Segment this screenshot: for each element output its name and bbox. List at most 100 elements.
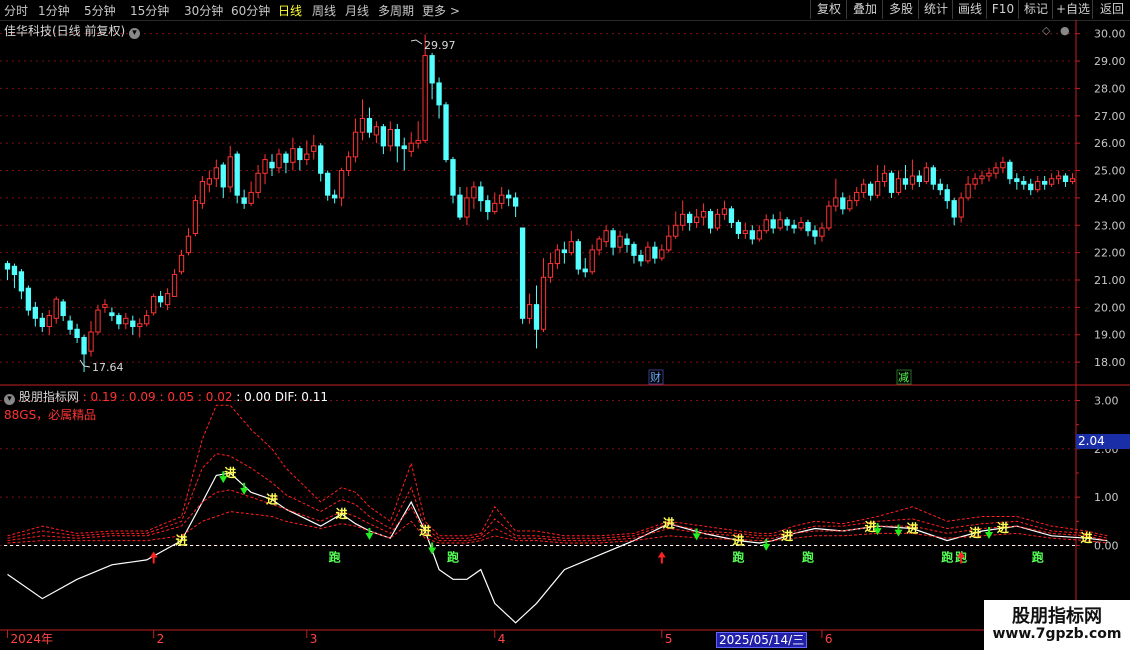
buy-signal: 进 — [732, 533, 744, 548]
main-tick-label: 27.00 — [1094, 110, 1126, 123]
candle-body — [895, 178, 902, 193]
candle-body — [784, 219, 790, 226]
candle-body — [519, 227, 526, 319]
main-tick-label: 28.00 — [1094, 82, 1126, 95]
candle-body — [805, 222, 811, 232]
candle-body — [311, 145, 317, 152]
candle-body — [680, 213, 686, 226]
event-marker-finance[interactable]: 财 — [650, 370, 661, 384]
chart-canvas[interactable]: 30.0029.0028.0027.0026.0025.0024.0023.00… — [0, 0, 1130, 650]
candle-body — [540, 276, 547, 330]
candle-body — [290, 148, 296, 163]
indicator-value-2: : 0.09 — [121, 390, 156, 404]
candle-body — [888, 172, 895, 193]
candle-body — [199, 180, 206, 204]
candle-body — [812, 230, 818, 237]
candle-body — [387, 128, 393, 147]
event-marker-reduce[interactable]: 减 — [898, 371, 909, 384]
candle-body — [909, 175, 916, 185]
candle-body — [492, 202, 498, 213]
candle-body — [568, 241, 574, 254]
chevron-down-icon[interactable]: ▾ — [129, 28, 141, 39]
main-tick-label: 23.00 — [1094, 219, 1126, 232]
candle-body — [659, 249, 665, 259]
candle-body — [359, 118, 366, 133]
candle-body — [60, 301, 66, 317]
candle-body — [1062, 175, 1069, 182]
candle-body — [130, 320, 136, 328]
low-price-pointer — [79, 359, 91, 368]
date-tick-label: 2024年 — [10, 632, 53, 646]
candle-body — [993, 167, 999, 174]
main-tick-label: 24.00 — [1094, 192, 1126, 205]
candle-body — [304, 153, 310, 161]
sell-arrow-icon — [762, 543, 771, 551]
candle-body — [422, 55, 428, 141]
candle-body — [902, 178, 909, 185]
candle-body — [506, 194, 512, 199]
indicator-subtitle: 88GS，必属精品 — [4, 408, 97, 422]
main-tick-label: 22.00 — [1094, 247, 1126, 260]
watermark-url: www.7gpzb.com — [992, 626, 1122, 642]
indicator-title: ▾ 股朋指标网 : 0.19 : 0.09 : 0.05 : 0.02 : 0.… — [4, 388, 328, 405]
candle-body — [526, 304, 533, 319]
main-tick-label: 30.00 — [1094, 28, 1126, 41]
candle-body — [408, 142, 414, 152]
current-value-badge: 2.04 — [1076, 434, 1130, 449]
candle-body — [749, 230, 755, 240]
stock-name: 佳华科技(日线 前复权) — [4, 24, 126, 38]
candle-body — [67, 320, 73, 330]
candle-body — [88, 331, 94, 352]
candle-body — [1021, 180, 1027, 185]
candle-body — [81, 336, 87, 355]
candle-body — [436, 82, 442, 106]
candle-body — [770, 219, 776, 229]
dif-line — [7, 472, 1108, 624]
main-price-axis: 30.00 29.00 28.00 27.00 26.00 25.00 24.00 23.00… — [1076, 28, 1126, 369]
indicator-tick-label: 0.00 — [1094, 539, 1119, 552]
main-tick-label: 25.00 — [1094, 165, 1126, 178]
candle-body — [791, 224, 797, 229]
candle-body — [693, 216, 700, 224]
indicator-lines — [7, 404, 1108, 624]
indicator-value-4: : 0.02 — [197, 390, 233, 404]
indicator-value-5: : 0.00 — [236, 390, 271, 404]
indicator-tick-label: 3.00 — [1094, 394, 1119, 407]
candle-body — [331, 194, 338, 199]
buy-signal: 进 — [176, 533, 188, 548]
candle-body — [151, 295, 157, 314]
candle-body — [401, 145, 407, 150]
candle-body — [366, 118, 373, 133]
main-tick-label: 20.00 — [1094, 301, 1126, 314]
diamond-icon[interactable]: ◇ — [1042, 24, 1051, 37]
candle-body — [338, 170, 345, 199]
candle-body — [554, 249, 561, 265]
candle-body — [533, 304, 540, 330]
indicator-value-1: : 0.19 — [82, 390, 118, 404]
candle-body — [958, 197, 964, 218]
candle-body — [1048, 178, 1055, 185]
band-line-2 — [7, 453, 1108, 539]
candle-body — [18, 271, 25, 292]
candle-body — [373, 126, 380, 136]
candle-body — [206, 178, 213, 185]
candle-body — [512, 197, 519, 207]
candle-body — [1069, 178, 1076, 182]
candle-body — [582, 268, 588, 273]
stock-title: 佳华科技(日线 前复权) ▾ — [4, 22, 141, 39]
buy-signal: 进 — [663, 516, 675, 531]
candle-body — [213, 167, 219, 180]
candle-body — [4, 263, 11, 270]
buy-signal: 进 — [969, 525, 981, 540]
candle-body — [951, 200, 957, 218]
date-tick-label: 3 — [310, 632, 318, 646]
run-signal: 跑 — [732, 549, 744, 564]
candle-body — [798, 222, 804, 229]
chevron-down-icon[interactable]: ▾ — [4, 394, 15, 405]
run-signal: 跑 — [329, 549, 341, 564]
high-price-pointer — [410, 39, 423, 45]
settings-dot-icon[interactable]: ● — [1060, 24, 1070, 37]
sell-arrow-icon — [692, 533, 701, 541]
buy-arrow-icon — [657, 551, 666, 558]
candle-body — [721, 208, 728, 215]
